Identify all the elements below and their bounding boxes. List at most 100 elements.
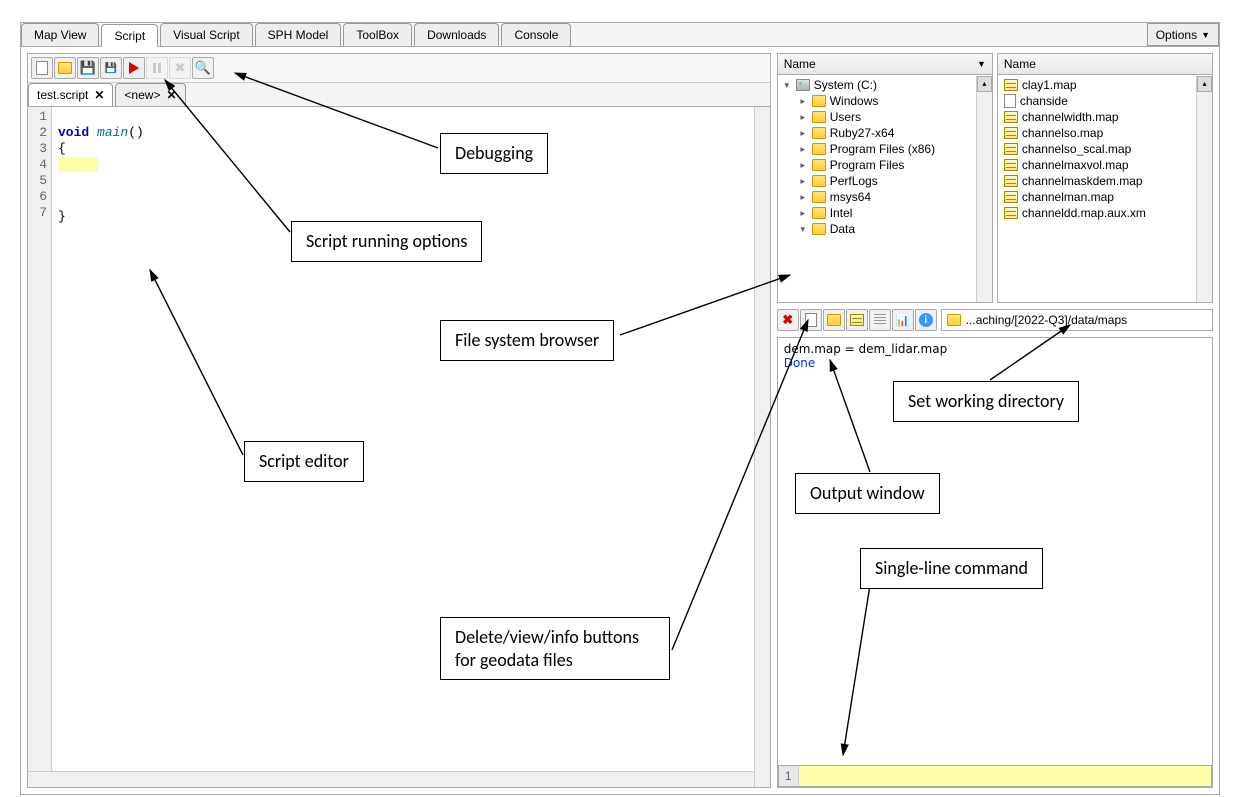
tree-root-drive[interactable]: ▾ System (C:) bbox=[780, 77, 990, 93]
map-icon bbox=[1004, 79, 1018, 91]
folder-tree-body[interactable]: ▾ System (C:) ▸Windows ▸Users ▸Ruby27-x6… bbox=[778, 75, 992, 302]
list-item[interactable]: channelmaskdem.map bbox=[1000, 173, 1210, 189]
tab-map-view[interactable]: Map View bbox=[21, 23, 99, 46]
list-item[interactable]: clay1.map bbox=[1000, 77, 1210, 93]
code-editor[interactable]: 1 2 3 4 5 6 7 void main() { } bbox=[28, 107, 770, 787]
app-frame: Map View Script Visual Script SPH Model … bbox=[20, 22, 1220, 795]
tree-item-pf[interactable]: ▸Program Files bbox=[780, 157, 990, 173]
list-item[interactable]: channelwidth.map bbox=[1000, 109, 1210, 125]
run-icon bbox=[129, 62, 139, 74]
info-button[interactable]: i bbox=[915, 309, 937, 331]
open-script-button[interactable] bbox=[54, 57, 76, 79]
scroll-up-icon[interactable]: ▴ bbox=[1197, 76, 1212, 92]
tab-downloads[interactable]: Downloads bbox=[414, 23, 499, 46]
list-item[interactable]: channelmaxvol.map bbox=[1000, 157, 1210, 173]
map-icon bbox=[1004, 175, 1018, 187]
list-item[interactable]: channelso.map bbox=[1000, 125, 1210, 141]
expand-icon[interactable]: ▸ bbox=[798, 160, 808, 171]
close-icon[interactable]: ✕ bbox=[166, 88, 176, 102]
sort-indicator-icon: ▼ bbox=[977, 59, 986, 69]
tab-toolbox[interactable]: ToolBox bbox=[343, 23, 412, 46]
tab-visual-script[interactable]: Visual Script bbox=[160, 23, 252, 46]
saveall-icon: 💾 bbox=[105, 63, 117, 74]
folder-icon bbox=[812, 111, 826, 123]
expand-icon[interactable]: ▾ bbox=[798, 224, 808, 235]
list-item[interactable]: channeldd.map.aux.xm bbox=[1000, 205, 1210, 221]
map-icon bbox=[1004, 143, 1018, 155]
tab-console[interactable]: Console bbox=[501, 23, 571, 46]
command-line-number: 1 bbox=[779, 766, 799, 786]
save-script-button[interactable]: 💾 bbox=[77, 57, 99, 79]
output-line: dem.map = dem_lidar.map bbox=[784, 342, 1206, 356]
expand-icon[interactable]: ▸ bbox=[798, 176, 808, 187]
table-view-button[interactable] bbox=[846, 309, 868, 331]
new-icon bbox=[36, 61, 48, 75]
folder-icon bbox=[812, 223, 826, 235]
tab-script[interactable]: Script bbox=[101, 24, 158, 47]
debug-icon: 🔍 bbox=[195, 60, 211, 76]
scroll-up-icon[interactable]: ▴ bbox=[977, 76, 992, 92]
open-folder-icon bbox=[827, 314, 841, 326]
tree-item-perflogs[interactable]: ▸PerfLogs bbox=[780, 173, 990, 189]
open-icon bbox=[58, 62, 72, 74]
expand-icon[interactable]: ▸ bbox=[798, 112, 808, 123]
script-tab-test[interactable]: test.script ✕ bbox=[28, 83, 113, 106]
expand-icon[interactable]: ▸ bbox=[798, 144, 808, 155]
list-icon bbox=[874, 314, 886, 326]
chart-view-button[interactable]: 📊 bbox=[892, 309, 914, 331]
stop-script-button[interactable]: ✖ bbox=[169, 57, 191, 79]
tab-sph-model[interactable]: SPH Model bbox=[255, 23, 342, 46]
tree-column-header[interactable]: Name ▼ bbox=[778, 54, 992, 75]
file-list-body[interactable]: clay1.map chanside channelwidth.map chan… bbox=[998, 75, 1212, 302]
expand-icon[interactable]: ▸ bbox=[798, 96, 808, 107]
tree-item-windows[interactable]: ▸Windows bbox=[780, 93, 990, 109]
current-line-highlight bbox=[58, 157, 98, 172]
folder-icon bbox=[947, 314, 961, 326]
output-body[interactable]: dem.map = dem_lidar.map Done bbox=[778, 338, 1212, 761]
command-input[interactable] bbox=[799, 766, 1211, 786]
map-icon bbox=[1004, 191, 1018, 203]
options-label: Options bbox=[1156, 28, 1197, 42]
open-folder-button[interactable] bbox=[823, 309, 845, 331]
chevron-down-icon: ▼ bbox=[1201, 30, 1210, 40]
script-tabs: test.script ✕ <new> ✕ bbox=[28, 83, 770, 107]
close-icon[interactable]: ✕ bbox=[94, 88, 104, 102]
tree-item-ruby[interactable]: ▸Ruby27-x64 bbox=[780, 125, 990, 141]
options-button[interactable]: Options ▼ bbox=[1147, 23, 1219, 46]
delete-file-button[interactable]: ✖ bbox=[777, 309, 799, 331]
new-file-button[interactable] bbox=[800, 309, 822, 331]
code-body[interactable]: void main() { } bbox=[52, 107, 770, 787]
list-column-header[interactable]: Name bbox=[998, 54, 1212, 75]
editor-vscrollbar[interactable] bbox=[754, 107, 770, 787]
expand-icon[interactable]: ▾ bbox=[782, 80, 792, 91]
folder-icon bbox=[812, 175, 826, 187]
list-item[interactable]: channelman.map bbox=[1000, 189, 1210, 205]
tree-item-users[interactable]: ▸Users bbox=[780, 109, 990, 125]
list-item[interactable]: chanside bbox=[1000, 93, 1210, 109]
pause-script-button[interactable] bbox=[146, 57, 168, 79]
expand-icon[interactable]: ▸ bbox=[798, 128, 808, 139]
list-view-button[interactable] bbox=[869, 309, 891, 331]
main-tab-bar: Map View Script Visual Script SPH Model … bbox=[21, 23, 1219, 47]
editor-hscrollbar[interactable] bbox=[28, 771, 754, 787]
table-icon bbox=[850, 314, 864, 326]
new-script-button[interactable] bbox=[31, 57, 53, 79]
debug-button[interactable]: 🔍 bbox=[192, 57, 214, 79]
script-toolbar: 💾 💾 ✖ 🔍 bbox=[28, 54, 770, 83]
tree-item-data[interactable]: ▾Data bbox=[780, 221, 990, 237]
geodata-toolbar: ✖ 📊 i bbox=[777, 309, 937, 331]
expand-icon[interactable]: ▸ bbox=[798, 192, 808, 203]
working-directory-box[interactable]: ...aching/[2022-Q3]/data/maps bbox=[941, 309, 1213, 331]
script-tab-new[interactable]: <new> ✕ bbox=[115, 83, 185, 106]
tree-item-msys64[interactable]: ▸msys64 bbox=[780, 189, 990, 205]
list-item[interactable]: channelso_scal.map bbox=[1000, 141, 1210, 157]
save-all-button[interactable]: 💾 bbox=[100, 57, 122, 79]
script-editor-pane: 💾 💾 ✖ 🔍 test.script ✕ <new> ✕ 1 bbox=[27, 53, 771, 788]
tree-item-pf86[interactable]: ▸Program Files (x86) bbox=[780, 141, 990, 157]
tree-vscrollbar[interactable]: ▴ bbox=[976, 76, 992, 302]
expand-icon[interactable]: ▸ bbox=[798, 208, 808, 219]
tree-item-intel[interactable]: ▸Intel bbox=[780, 205, 990, 221]
run-script-button[interactable] bbox=[123, 57, 145, 79]
folder-icon bbox=[812, 95, 826, 107]
list-vscrollbar[interactable]: ▴ bbox=[1196, 76, 1212, 302]
